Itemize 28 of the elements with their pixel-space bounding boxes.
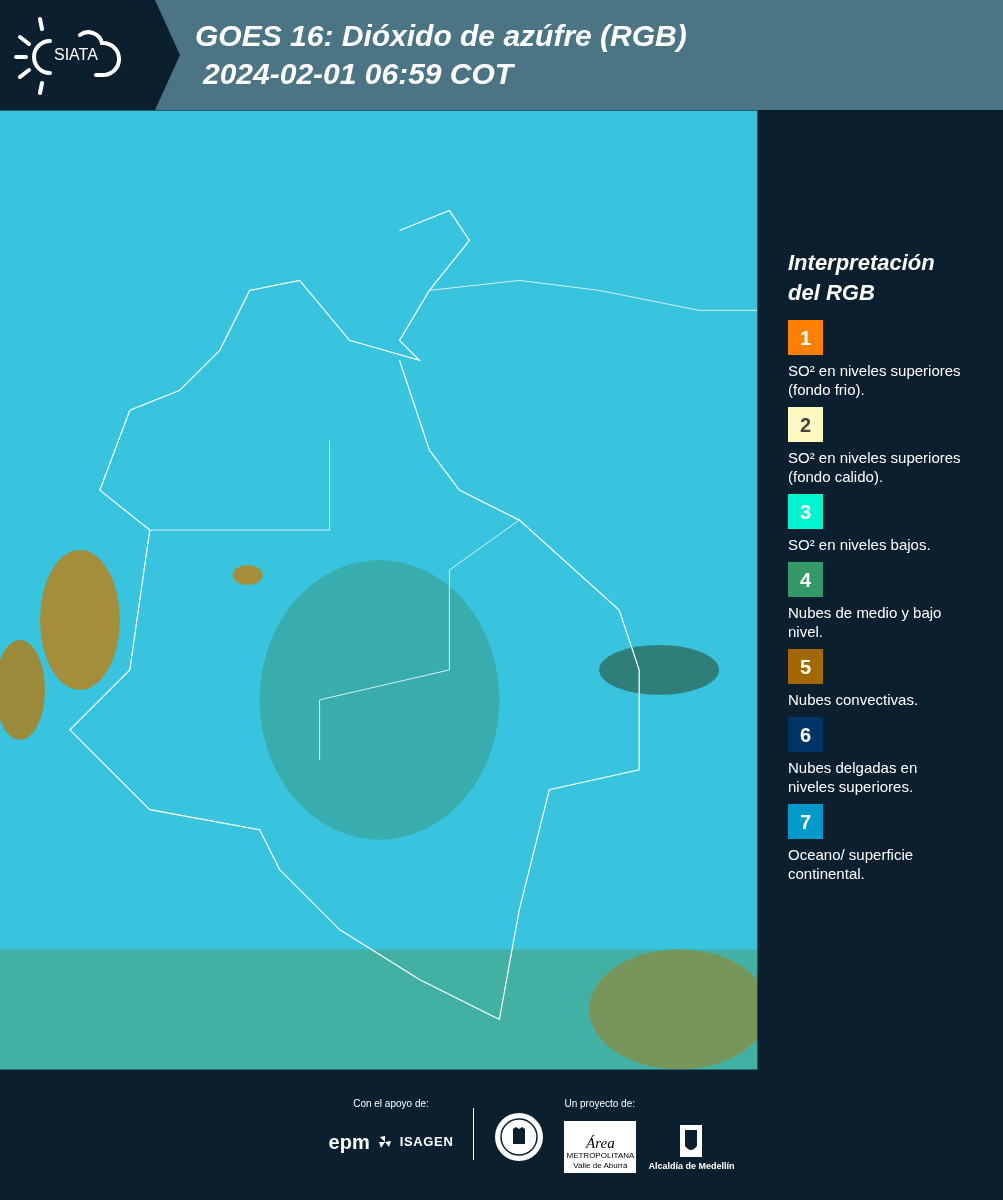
timestamp-text: 2024-02-01 06:59 COT: [201, 56, 516, 92]
epm-logo: epm: [328, 1130, 370, 1155]
legend-title: Interpretación del RGB: [788, 249, 936, 307]
legend-swatch: 6: [788, 717, 823, 752]
sun-cloud-icon: [14, 15, 124, 95]
legend-description: Nubes convectivas.: [788, 690, 920, 709]
legend-description: Nubes delgadas en niveles superiores.: [788, 758, 919, 796]
legend-swatch: 1: [788, 320, 823, 355]
title-text: GOES 16: Dióxido de azúfre (RGB): [195, 18, 687, 54]
legend-swatch: 7: [788, 804, 823, 839]
legend-swatch: 5: [788, 649, 823, 684]
seal-icon: [494, 1112, 545, 1162]
support-label: Con el apoyo de:: [353, 1097, 429, 1111]
legend-description: Oceano/ superficie continental.: [788, 845, 915, 883]
legend-swatch: 3: [788, 494, 823, 529]
project-label: Un proyecto de:: [564, 1097, 636, 1111]
legend-description: Nubes de medio y bajo nivel.: [788, 603, 943, 641]
legend-swatch: 2: [788, 407, 823, 442]
pinwheel-icon: [377, 1135, 392, 1149]
coat-of-arms-icon: [679, 1123, 704, 1158]
legend-description: SO² en niveles bajos.: [788, 535, 932, 554]
area-metropolitana-logo: Área METROPOLITANA Valle de Aburrá: [564, 1121, 637, 1173]
legend-description: SO² en niveles superiores (fondo calido).: [788, 448, 962, 486]
isagen-logo: ISAGEN: [399, 1133, 454, 1152]
legend-swatch: 4: [788, 562, 823, 597]
logo-text: SIATA: [54, 47, 98, 63]
legend-description: SO² en niveles superiores (fondo frio).: [788, 361, 962, 399]
alcaldia-logo: Alcaldía de Medellín: [648, 1159, 735, 1173]
